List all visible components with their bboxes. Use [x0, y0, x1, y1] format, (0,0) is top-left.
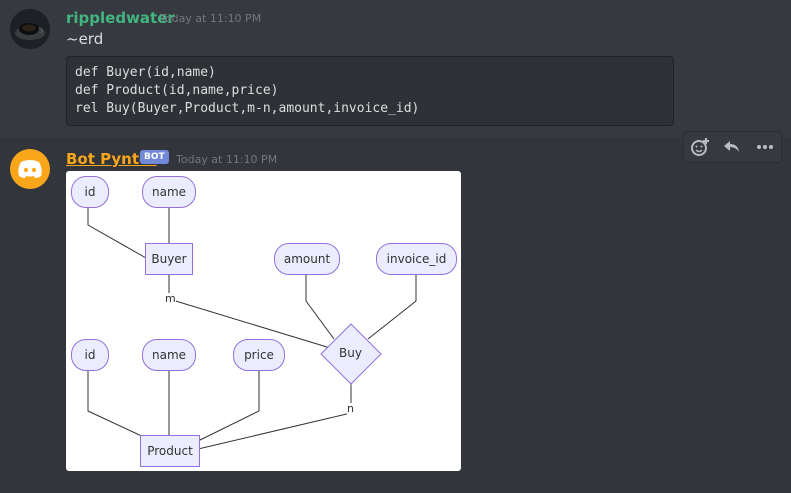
cardinality-m: m: [165, 292, 176, 305]
message-actions-toolbar: [683, 131, 782, 163]
add-reaction-icon: [691, 138, 710, 156]
relationship-buy-label: Buy: [339, 346, 362, 360]
discord-logo-icon: [18, 160, 42, 178]
entity-product: Product: [140, 435, 200, 467]
add-reaction-button[interactable]: [688, 135, 712, 159]
buyer-attr-id: id: [71, 176, 109, 208]
buy-attr-invoice-id: invoice_id: [376, 243, 457, 275]
cardinality-n: n: [347, 402, 354, 415]
user-avatar[interactable]: [10, 9, 50, 49]
username[interactable]: rippledwater: [66, 9, 175, 27]
message-timestamp: Today at 11:10 PM: [176, 153, 278, 166]
code-block: def Buyer(id,name) def Product(id,name,p…: [66, 56, 674, 126]
code-line: rel Buy(Buyer,Product,m-n,amount,invoice…: [75, 101, 420, 116]
buyer-attr-name: name: [142, 176, 196, 208]
bot-badge: BOT: [140, 150, 169, 164]
erd-connectors: [87, 205, 417, 450]
code-line: def Buyer(id,name): [75, 65, 216, 80]
more-icon: [756, 145, 773, 149]
product-attr-price: price: [233, 339, 285, 371]
reply-button[interactable]: [720, 135, 744, 159]
product-attr-name: name: [142, 339, 196, 371]
erd-diagram-image[interactable]: id name Buyer amount invoice_id Buy id n…: [66, 171, 461, 471]
more-options-button[interactable]: [753, 135, 777, 159]
buy-attr-amount: amount: [274, 243, 340, 275]
reply-icon: [724, 141, 740, 152]
code-line: def Product(id,name,price): [75, 83, 279, 98]
message-text: ~erd: [66, 30, 104, 48]
message-timestamp: Today at 11:10 PM: [160, 12, 262, 25]
bot-avatar[interactable]: [10, 149, 50, 189]
entity-buyer: Buyer: [145, 243, 193, 275]
coffee-cup-avatar: [10, 9, 50, 49]
product-attr-id: id: [71, 339, 109, 371]
